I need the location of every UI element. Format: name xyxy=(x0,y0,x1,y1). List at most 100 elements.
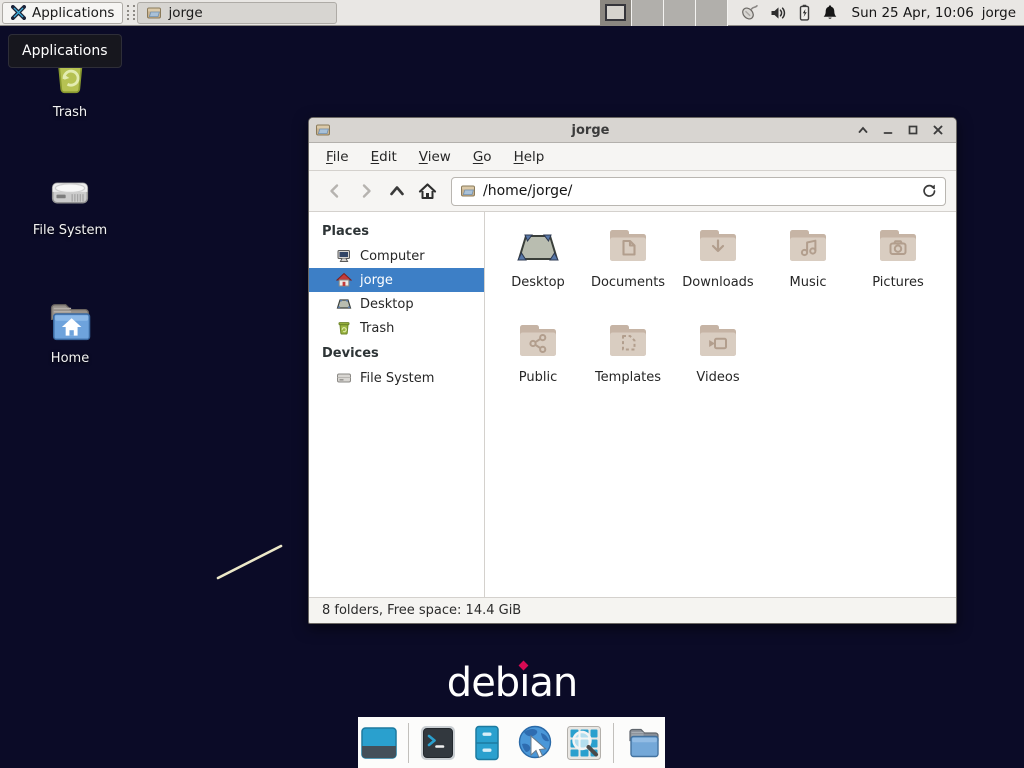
sidebar-item-label: File System xyxy=(360,371,434,386)
panel-username[interactable]: jorge xyxy=(982,5,1016,21)
bottom-dock xyxy=(358,717,665,768)
folder-item-music[interactable]: Music xyxy=(763,222,853,317)
application-finder-icon xyxy=(564,723,604,763)
window-content: Places Computer jorge xyxy=(309,212,956,597)
folder-label: Videos xyxy=(696,370,739,385)
music-folder-icon xyxy=(784,222,832,270)
maximize-button[interactable] xyxy=(900,120,925,141)
forward-button[interactable] xyxy=(350,176,381,206)
home-icon xyxy=(336,272,352,288)
status-text: 8 folders, Free space: 14.4 GiB xyxy=(322,603,521,618)
up-button[interactable] xyxy=(381,176,412,206)
workspace-1[interactable] xyxy=(600,0,632,26)
location-folder-icon xyxy=(460,183,476,199)
location-bar[interactable]: /home/jorge/ xyxy=(451,177,946,206)
sidebar-item-label: jorge xyxy=(360,273,393,288)
taskbar-window-label: jorge xyxy=(168,5,202,21)
trash-icon xyxy=(336,320,352,336)
battery-icon[interactable] xyxy=(798,4,811,21)
web-browser-icon xyxy=(514,722,556,764)
window-titlebar[interactable]: jorge xyxy=(309,118,956,143)
desktop-icon-home[interactable]: Home xyxy=(22,296,118,366)
folder-label: Downloads xyxy=(682,275,753,290)
folder-view: Desktop Documents Downloads xyxy=(485,212,956,597)
menu-edit[interactable]: Edit xyxy=(360,145,408,169)
back-button[interactable] xyxy=(319,176,350,206)
dock-separator xyxy=(613,723,614,763)
menu-help[interactable]: Help xyxy=(503,145,556,169)
window-title: jorge xyxy=(331,123,850,138)
top-panel: Applications jorge Sun xyxy=(0,0,1024,26)
window-folder-icon xyxy=(315,122,331,138)
templates-folder-icon xyxy=(604,317,652,365)
dock-file-cabinet-button[interactable] xyxy=(466,722,507,764)
folder-item-public[interactable]: Public xyxy=(493,317,583,412)
shade-button[interactable] xyxy=(850,120,875,141)
home-folder-icon xyxy=(44,296,96,346)
xfce-applications-icon xyxy=(11,5,26,20)
file-cabinet-icon xyxy=(467,723,507,763)
sidebar-item-label: Desktop xyxy=(360,297,414,312)
folder-label: Music xyxy=(790,275,827,290)
menu-go[interactable]: Go xyxy=(462,145,503,169)
sidebar-item-label: Trash xyxy=(360,321,394,336)
videos-folder-icon xyxy=(694,317,742,365)
sidebar-item-label: Computer xyxy=(360,249,425,264)
drive-icon xyxy=(336,370,352,386)
menu-view[interactable]: View xyxy=(408,145,462,169)
folder-label: Public xyxy=(519,370,557,385)
workspace-switcher xyxy=(600,0,728,26)
panel-clock[interactable]: Sun 25 Apr, 10:06 xyxy=(852,5,974,21)
bell-icon[interactable] xyxy=(822,4,838,21)
desktop-icon xyxy=(336,296,352,312)
applications-menu-label: Applications xyxy=(32,5,114,21)
file-manager-folder-icon xyxy=(623,722,665,764)
sidebar-item-desktop[interactable]: Desktop xyxy=(309,292,484,316)
dock-web-browser-button[interactable] xyxy=(514,722,556,764)
dock-terminal-button[interactable] xyxy=(418,722,459,764)
home-button[interactable] xyxy=(412,176,443,206)
location-path[interactable]: /home/jorge/ xyxy=(483,183,914,199)
documents-folder-icon xyxy=(604,222,652,270)
folder-item-templates[interactable]: Templates xyxy=(583,317,673,412)
folder-item-downloads[interactable]: Downloads xyxy=(673,222,763,317)
sidebar-item-trash[interactable]: Trash xyxy=(309,316,484,340)
pictures-folder-icon xyxy=(874,222,922,270)
sidebar-header-devices: Devices xyxy=(309,340,484,366)
folder-item-videos[interactable]: Videos xyxy=(673,317,763,412)
folder-icon xyxy=(146,5,162,21)
taskbar-window-button[interactable]: jorge xyxy=(137,2,337,24)
debian-text: deb xyxy=(447,660,519,706)
menubar: File Edit View Go Help xyxy=(309,143,956,171)
dock-app-finder-button[interactable] xyxy=(563,722,604,764)
folder-item-pictures[interactable]: Pictures xyxy=(853,222,943,317)
sidebar-item-computer[interactable]: Computer xyxy=(309,244,484,268)
menu-file[interactable]: File xyxy=(315,145,360,169)
workspace-2[interactable] xyxy=(632,0,664,26)
desktop-icon-file-system[interactable]: File System xyxy=(22,168,118,238)
volume-icon[interactable] xyxy=(770,5,787,21)
folder-label: Templates xyxy=(595,370,661,385)
close-button[interactable] xyxy=(925,120,950,141)
applications-menu-button[interactable]: Applications xyxy=(2,2,123,24)
mouse-icon[interactable] xyxy=(740,4,759,21)
folder-item-documents[interactable]: Documents xyxy=(583,222,673,317)
workspace-4[interactable] xyxy=(696,0,728,26)
show-desktop-icon xyxy=(359,723,399,763)
desktop-special-icon xyxy=(514,222,562,270)
panel-grip[interactable] xyxy=(127,5,135,20)
terminal-icon xyxy=(418,723,458,763)
downloads-folder-icon xyxy=(694,222,742,270)
folder-label: Documents xyxy=(591,275,665,290)
workspace-3[interactable] xyxy=(664,0,696,26)
sidebar-item-file-system[interactable]: File System xyxy=(309,366,484,390)
minimize-button[interactable] xyxy=(875,120,900,141)
file-manager-window: jorge File Edit View Go Help xyxy=(308,117,957,624)
dock-show-desktop-button[interactable] xyxy=(358,722,399,764)
dock-file-manager-button[interactable] xyxy=(623,722,665,764)
system-tray xyxy=(740,4,838,21)
debian-i: ı xyxy=(519,660,529,706)
reload-icon[interactable] xyxy=(921,183,937,199)
sidebar-item-jorge[interactable]: jorge xyxy=(309,268,484,292)
folder-item-desktop[interactable]: Desktop xyxy=(493,222,583,317)
